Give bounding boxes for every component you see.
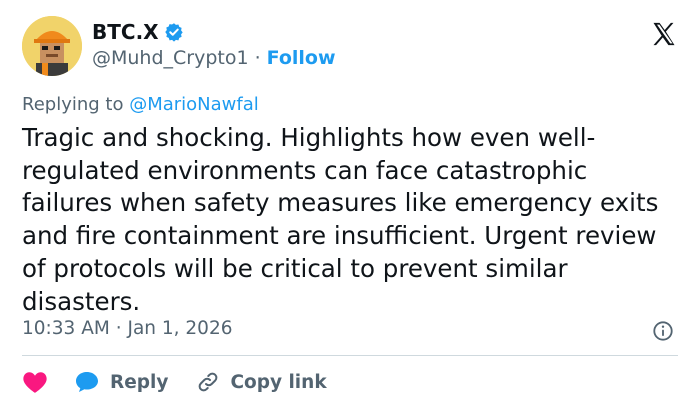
timestamp-separator: · bbox=[115, 318, 122, 339]
tweet-text: Tragic and shocking. Highlights how even… bbox=[22, 123, 659, 316]
copy-link-label: Copy link bbox=[230, 371, 327, 393]
tweet-date: Jan 1, 2026 bbox=[127, 318, 233, 339]
reply-bubble-icon bbox=[76, 372, 98, 392]
heart-icon bbox=[23, 372, 47, 393]
author-handle-row: @Muhd_Crypto1 · Follow bbox=[92, 47, 336, 69]
copy-link-button[interactable]: Copy link bbox=[196, 370, 327, 394]
author-name-row: BTC.X bbox=[92, 20, 184, 44]
follow-button[interactable]: Follow bbox=[267, 47, 336, 69]
handle-separator: · bbox=[254, 47, 261, 69]
action-bar: Reply Copy link bbox=[22, 370, 327, 394]
divider bbox=[22, 355, 678, 356]
tweet-timestamp[interactable]: 10:33 AM · Jan 1, 2026 bbox=[22, 318, 233, 339]
reply-button[interactable]: Reply bbox=[74, 370, 196, 394]
link-icon bbox=[199, 372, 218, 392]
replying-target-link[interactable]: @MarioNawfal bbox=[129, 94, 259, 115]
tweet-time: 10:33 AM bbox=[22, 318, 110, 339]
user-handle[interactable]: @Muhd_Crypto1 bbox=[92, 47, 249, 69]
replying-prefix: Replying to bbox=[22, 94, 130, 115]
avatar[interactable] bbox=[22, 16, 82, 76]
x-logo-icon[interactable] bbox=[650, 20, 678, 48]
replying-to: Replying to @MarioNawfal bbox=[22, 94, 259, 115]
like-button[interactable] bbox=[22, 370, 74, 394]
avatar-icon bbox=[22, 16, 82, 76]
verified-badge-icon bbox=[164, 23, 183, 42]
display-name[interactable]: BTC.X bbox=[92, 20, 159, 44]
info-icon[interactable] bbox=[652, 320, 674, 342]
reply-label: Reply bbox=[110, 371, 169, 393]
